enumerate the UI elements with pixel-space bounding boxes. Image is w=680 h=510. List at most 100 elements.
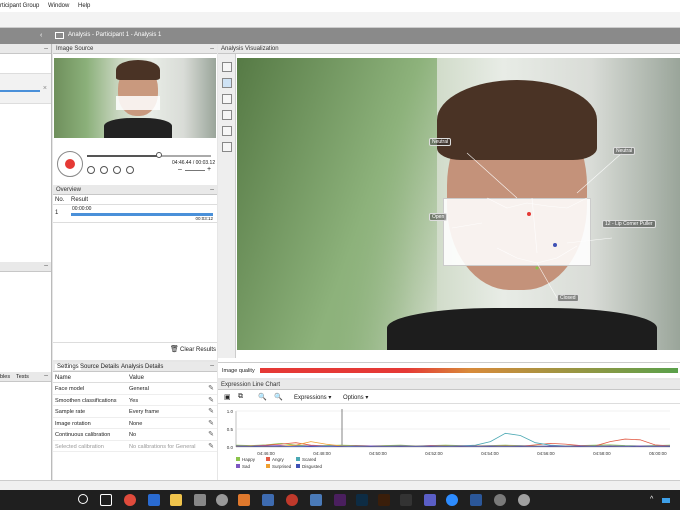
x-tick-label: 04:56:00 (537, 451, 555, 456)
save-icon[interactable]: ▣ (224, 393, 231, 401)
settings-header-row: Name Value (53, 372, 217, 383)
file-explorer-icon[interactable] (170, 494, 182, 506)
seek-bar[interactable] (87, 152, 211, 158)
setting-value: Every frame (129, 409, 160, 415)
minimize-icon[interactable]: – (210, 185, 214, 195)
legend-swatch (236, 457, 240, 461)
legend-swatch (266, 457, 270, 461)
legend-label: Scared (302, 457, 317, 462)
settings-row[interactable]: Smoothen classifications Yes ✎ (53, 395, 217, 406)
analysis-video-frame: Neutral Neutral Open 12 - Lip Corner Pul… (237, 58, 680, 350)
frame-tool-icon[interactable] (222, 126, 232, 136)
search-icon[interactable] (78, 494, 88, 504)
edit-icon[interactable]: ✎ (208, 442, 214, 450)
teams-icon[interactable] (424, 494, 436, 506)
photoshop-icon[interactable] (356, 494, 368, 506)
play-icon[interactable] (87, 166, 95, 174)
menu-participant-group[interactable]: rticipant Group (0, 3, 39, 9)
zoom-in-icon[interactable]: + (207, 166, 211, 173)
step-back-icon[interactable] (113, 166, 121, 174)
app-icon[interactable] (310, 494, 322, 506)
illustrator-icon[interactable] (378, 494, 390, 506)
word-icon[interactable] (470, 494, 482, 506)
setting-name: Image rotation (55, 420, 91, 427)
expressions-dropdown[interactable]: Expressions ▾ (294, 394, 331, 401)
clear-results-button[interactable]: Clear Results (180, 347, 216, 353)
chrome-icon[interactable] (124, 494, 136, 506)
y-tick-label: 0.5 (227, 427, 234, 432)
network-icon[interactable] (662, 498, 670, 503)
tab-tables[interactable]: bles (0, 374, 10, 380)
expression-line-chart[interactable]: 1.0 0.5 0.0 04:46:00 04:48:00 04:50:00 04:52:0… (218, 405, 680, 480)
minimize-icon[interactable]: – (44, 262, 48, 269)
x-tick-label: 05:00:00 (649, 451, 667, 456)
step-forward-icon[interactable] (126, 166, 134, 174)
panel-layout-icon (55, 32, 64, 39)
premiere-icon[interactable] (334, 494, 346, 506)
edit-icon[interactable]: ✎ (208, 384, 214, 392)
copy-icon[interactable]: ⧉ (238, 393, 243, 401)
overview-footer: 🗑 Clear Results (53, 342, 217, 356)
legend-label: Happy (242, 457, 256, 462)
close-icon[interactable]: × (43, 85, 47, 92)
app-icon[interactable] (194, 494, 206, 506)
app-icon[interactable] (494, 494, 506, 506)
chevron-up-icon[interactable]: ^ (650, 496, 653, 503)
minimize-icon[interactable]: – (44, 372, 48, 379)
back-arrow-icon[interactable]: ‹ (40, 32, 42, 39)
edit-icon[interactable]: ✎ (208, 396, 214, 404)
edit-icon[interactable]: ✎ (208, 407, 214, 415)
stop-icon[interactable] (100, 166, 108, 174)
expression-chart-panel: Expression Line Chart ▣ ⧉ 🔍 🔍 Expression… (218, 380, 680, 480)
settings-panel: Settings Source Details Analysis Details… (53, 362, 217, 480)
left-panel-header-2: – (0, 262, 51, 272)
label-tool-icon[interactable] (222, 142, 232, 152)
settings-row[interactable]: Selected calibration No calibrations for … (53, 441, 217, 452)
label-open: Open (429, 213, 448, 221)
task-view-icon[interactable] (100, 494, 112, 506)
app-icon[interactable] (400, 494, 412, 506)
outlook-icon[interactable] (148, 494, 160, 506)
volume-slider[interactable] (185, 170, 205, 171)
setting-value: General (129, 386, 149, 392)
app-icon[interactable] (238, 494, 250, 506)
zoom-out-icon[interactable]: 🔍 (258, 393, 267, 401)
select-tool-icon[interactable] (222, 62, 232, 72)
trash-icon[interactable]: 🗑 (170, 345, 179, 353)
zoom-in-icon[interactable]: 🔍 (274, 393, 283, 401)
image-source-title: Image Source (56, 46, 94, 52)
minimize-icon[interactable]: – (210, 44, 214, 54)
record-button[interactable] (57, 151, 83, 177)
menu-window[interactable]: Window (48, 3, 69, 9)
minimize-icon[interactable]: – (210, 362, 214, 369)
grid-tool-icon[interactable] (222, 78, 232, 88)
edit-icon[interactable]: ✎ (208, 419, 214, 427)
settings-row[interactable]: Continuous calibration No ✎ (53, 429, 217, 441)
settings-row[interactable]: Image rotation None ✎ (53, 418, 217, 429)
settings-row[interactable]: Sample rate Every frame ✎ (53, 406, 217, 418)
legend-swatch (236, 464, 240, 468)
app-icon[interactable] (518, 494, 530, 506)
setting-name: Face model (55, 386, 85, 392)
seek-handle[interactable] (156, 152, 162, 158)
tab-tests[interactable]: Tests (16, 374, 29, 380)
app-icon[interactable] (216, 494, 228, 506)
menu-help[interactable]: Help (78, 3, 90, 9)
minimize-icon[interactable]: – (44, 44, 48, 54)
tab-source-details[interactable]: Source Details (80, 364, 119, 370)
tab-analysis-details[interactable]: Analysis Details (121, 364, 163, 370)
zoom-icon[interactable] (446, 494, 458, 506)
menu-bar: rticipant Group Window Help (0, 0, 680, 12)
crop-tool-icon[interactable] (222, 110, 232, 120)
table-row[interactable]: 1 00:00:00 00:03:12 (53, 205, 217, 223)
legend-swatch (296, 457, 300, 461)
legend-label: Disgusted (302, 464, 323, 469)
zoom-out-icon[interactable]: – (178, 166, 182, 173)
settings-row[interactable]: Face model General ✎ (53, 383, 217, 395)
edit-icon[interactable]: ✎ (208, 430, 214, 438)
face-tool-icon[interactable] (222, 94, 232, 104)
tab-settings[interactable]: Settings (55, 364, 81, 370)
app-icon[interactable] (262, 494, 274, 506)
app-icon[interactable] (286, 494, 298, 506)
options-dropdown[interactable]: Options ▾ (343, 394, 368, 401)
